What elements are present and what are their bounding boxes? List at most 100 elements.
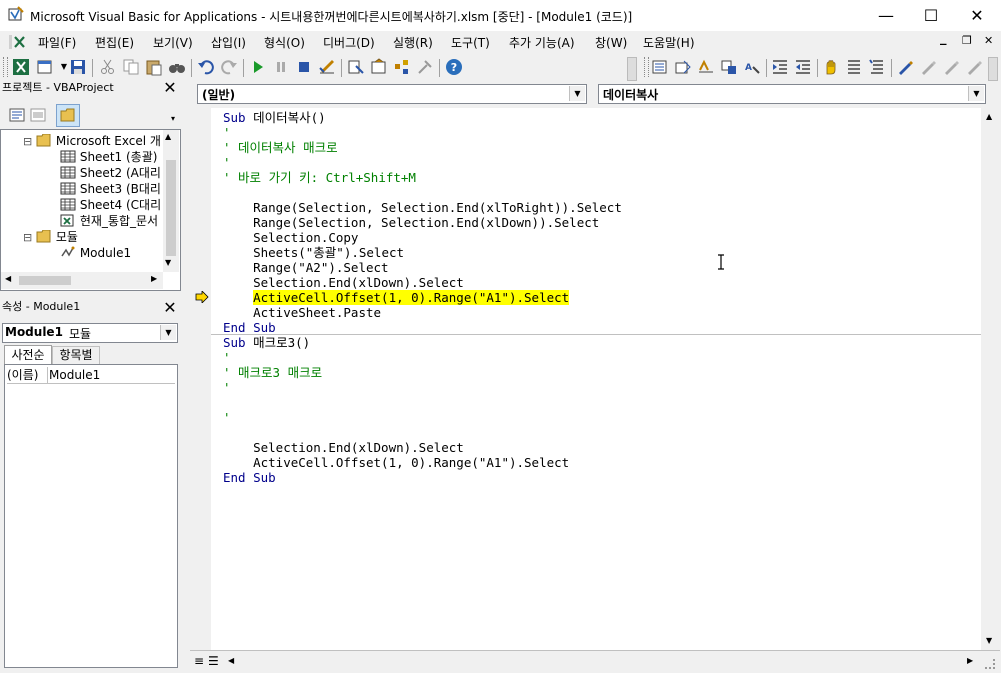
menu-help[interactable]: 도움말(H) <box>643 34 695 51</box>
code-line[interactable]: Selection.End(xlDown).Select <box>223 275 464 290</box>
code-line[interactable]: Range(Selection, Selection.End(xlDown)).… <box>223 215 599 230</box>
menu-file[interactable]: 파일(F) <box>38 34 76 51</box>
child-close-button[interactable]: ✕ <box>984 34 993 47</box>
scroll-down-icon[interactable]: ▼ <box>986 636 992 645</box>
margin-indicator-bar[interactable] <box>190 108 212 650</box>
insert-userform-icon[interactable] <box>36 58 54 76</box>
menu-edit[interactable]: 편집(E) <box>95 34 134 51</box>
previous-bookmark-icon[interactable] <box>942 58 960 76</box>
tree-item-modules[interactable]: ⊟ 모듈 <box>23 229 78 245</box>
tree-item-sheet2[interactable]: Sheet2 (A대리 <box>60 165 161 181</box>
code-line[interactable]: ' 데이터복사 매크로 <box>223 140 338 155</box>
code-line[interactable]: ActiveSheet.Paste <box>223 305 381 320</box>
indent-icon[interactable] <box>771 58 789 76</box>
chevron-down-icon[interactable]: ▼ <box>968 86 984 101</box>
code-line[interactable]: Selection.Copy <box>223 230 358 245</box>
code-line[interactable]: Sub 매크로3() <box>223 335 310 350</box>
find-icon[interactable] <box>168 58 186 76</box>
clear-bookmarks-icon[interactable] <box>965 58 983 76</box>
toggle-breakpoint-icon[interactable] <box>822 58 840 76</box>
scroll-thumb[interactable] <box>166 160 176 256</box>
tree-item-sheet1[interactable]: Sheet1 (총괄) <box>60 149 157 165</box>
cut-icon[interactable] <box>99 58 117 76</box>
chevron-down-icon[interactable]: ▼ <box>160 325 176 340</box>
object-combo[interactable]: (일반) ▼ <box>197 84 587 104</box>
parameter-info-icon[interactable] <box>720 58 738 76</box>
design-mode-icon[interactable] <box>318 58 336 76</box>
toggle-folders-button[interactable] <box>56 104 80 127</box>
procedure-view-icon[interactable]: ≡ <box>194 654 204 668</box>
help-icon[interactable]: ? <box>445 58 463 76</box>
code-line[interactable]: ' 바로 가기 키: Ctrl+Shift+M <box>223 170 416 185</box>
menu-run[interactable]: 실행(R) <box>393 34 433 51</box>
toolbar-grip[interactable] <box>3 57 8 77</box>
tree-item-module1[interactable]: Module1 <box>60 245 131 261</box>
properties-panel-close-icon[interactable]: ✕ <box>162 300 178 316</box>
list-constants-icon[interactable] <box>674 58 692 76</box>
save-icon[interactable] <box>69 58 87 76</box>
view-excel-icon[interactable] <box>12 58 30 76</box>
project-tree-vscrollbar[interactable]: ▲ ▼ <box>163 130 179 272</box>
code-line[interactable]: ' <box>223 350 231 365</box>
complete-word-icon[interactable]: A <box>743 58 761 76</box>
uncomment-block-icon[interactable] <box>868 58 886 76</box>
scroll-thumb[interactable] <box>19 276 71 285</box>
close-button[interactable]: ✕ <box>954 0 1000 31</box>
scroll-right-icon[interactable]: ▶ <box>967 656 973 665</box>
object-browser-icon[interactable] <box>393 58 411 76</box>
project-explorer-icon[interactable] <box>347 58 365 76</box>
properties-object-combo[interactable]: Module1 모듈 ▼ <box>2 323 178 343</box>
code-line[interactable]: Sub 데이터복사() <box>223 110 326 125</box>
code-line[interactable]: ' <box>223 380 231 395</box>
resize-grip[interactable] <box>985 659 995 669</box>
project-panel-close-icon[interactable]: ✕ <box>162 80 178 96</box>
full-module-view-icon[interactable]: ☰ <box>208 654 219 668</box>
tab-categorized[interactable]: 항목별 <box>52 346 100 365</box>
scroll-down-icon[interactable]: ▼ <box>165 258 171 267</box>
code-line[interactable]: End Sub <box>223 470 276 485</box>
code-line[interactable]: Selection.End(xlDown).Select <box>223 440 464 455</box>
panel-toolbar-chevron[interactable]: ▾ <box>171 114 180 126</box>
code-line[interactable]: Range("A2").Select <box>223 260 388 275</box>
menu-view[interactable]: 보기(V) <box>153 34 193 51</box>
next-bookmark-icon[interactable] <box>919 58 937 76</box>
code-line[interactable]: ' 매크로3 매크로 <box>223 365 322 380</box>
toggle-bookmark-icon[interactable] <box>896 58 914 76</box>
property-value-cell[interactable]: Module1 <box>48 367 175 384</box>
menu-insert[interactable]: 삽입(I) <box>211 34 246 51</box>
quick-info-icon[interactable] <box>697 58 715 76</box>
run-icon[interactable] <box>249 58 267 76</box>
code-line[interactable]: End Sub <box>223 320 276 335</box>
toolbar-overflow-chevron[interactable] <box>627 57 637 81</box>
tree-item-thisworkbook[interactable]: 현재_통합_문서 <box>60 213 158 229</box>
maximize-button[interactable]: ☐ <box>908 0 954 31</box>
reset-icon[interactable] <box>295 58 313 76</box>
procedure-combo[interactable]: 데이터복사 ▼ <box>598 84 986 104</box>
toolbox-icon[interactable] <box>416 58 434 76</box>
menu-addins[interactable]: 추가 기능(A) <box>509 34 575 51</box>
menu-debug[interactable]: 디버그(D) <box>323 34 375 51</box>
comment-block-icon[interactable] <box>845 58 863 76</box>
scroll-left-icon[interactable]: ◀ <box>5 274 11 283</box>
menu-tools[interactable]: 도구(T) <box>451 34 490 51</box>
code-editor[interactable] <box>211 108 981 650</box>
redo-icon[interactable] <box>220 58 238 76</box>
code-line[interactable]: ActiveCell.Offset(1, 0).Range("A1").Sele… <box>223 455 569 470</box>
minimize-button[interactable]: — <box>863 0 909 31</box>
view-code-icon[interactable] <box>9 107 25 123</box>
scroll-right-icon[interactable]: ▶ <box>151 274 157 283</box>
child-restore-button[interactable]: ❐ <box>962 34 972 47</box>
scroll-up-icon[interactable]: ▲ <box>986 112 992 121</box>
code-line[interactable]: Sheets("총괄").Select <box>223 245 404 260</box>
tree-item-excel-objects[interactable]: ⊟ Microsoft Excel 개 <box>23 133 161 149</box>
menu-window[interactable]: 창(W) <box>595 34 627 51</box>
tab-alphabetic[interactable]: 사전순 <box>4 345 52 365</box>
code-line[interactable]: Range(Selection, Selection.End(xlToRight… <box>223 200 622 215</box>
code-line[interactable]: ' <box>223 155 231 170</box>
scroll-track[interactable] <box>983 130 997 628</box>
view-object-icon[interactable] <box>30 107 46 123</box>
toolbar-overflow-chevron[interactable] <box>988 57 998 81</box>
chevron-down-icon[interactable]: ▼ <box>569 86 585 101</box>
list-properties-icon[interactable] <box>651 58 669 76</box>
code-line[interactable]: ' <box>223 410 231 425</box>
